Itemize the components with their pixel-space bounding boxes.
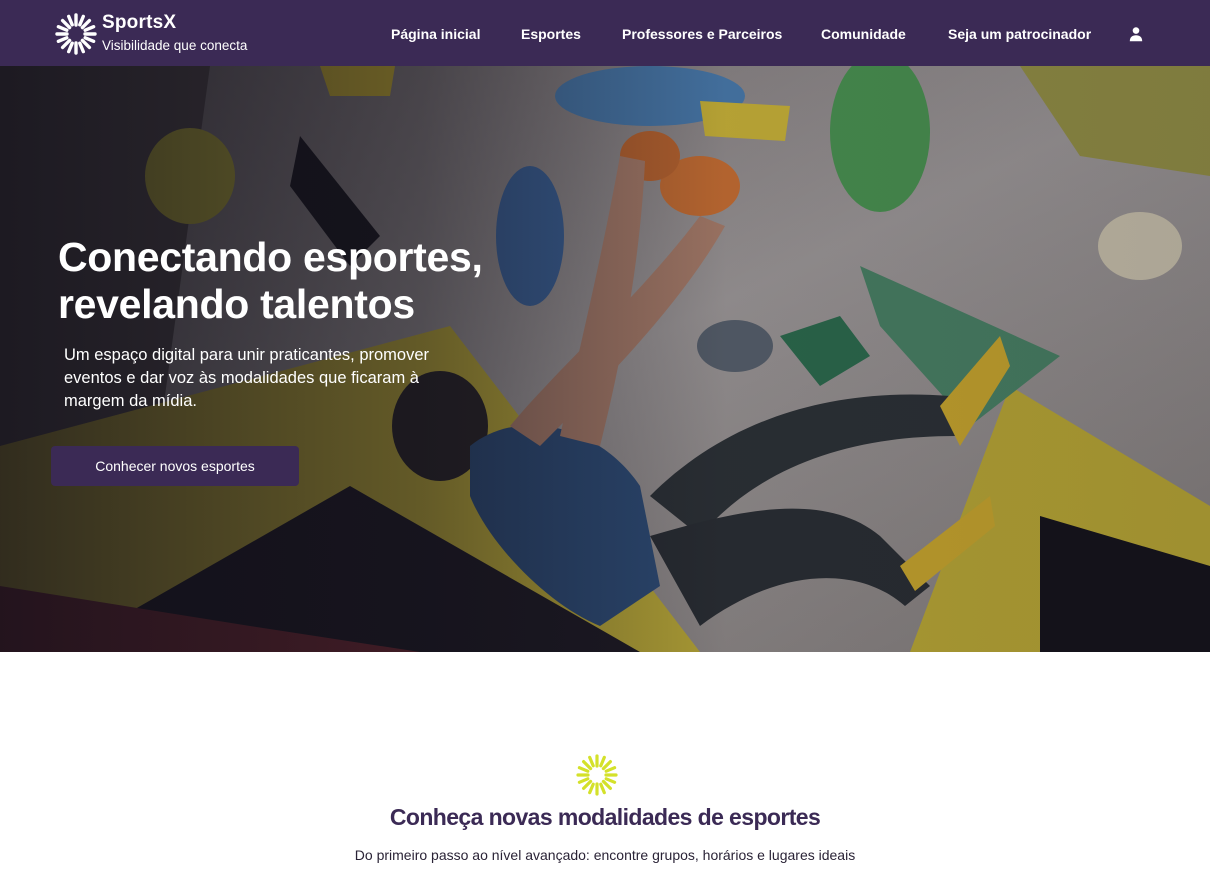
sunburst-icon <box>576 754 618 796</box>
hero-section: Conectando esportes, revelando talentos … <box>0 66 1210 652</box>
sunburst-logo-icon <box>55 13 97 55</box>
navbar: SportsX Visibilidade que conecta Página … <box>0 0 1210 66</box>
user-icon[interactable] <box>1128 26 1144 42</box>
brand-tagline: Visibilidade que conecta <box>102 38 248 53</box>
hero-subtitle: Um espaço digital para unir praticantes,… <box>64 346 430 410</box>
nav-item-pagina-inicial[interactable]: Página inicial <box>391 26 480 42</box>
nav-item-professores-parceiros[interactable]: Professores e Parceiros <box>622 26 782 42</box>
brand[interactable]: SportsX Visibilidade que conecta <box>54 11 294 57</box>
nav-item-seja-patrocinador[interactable]: Seja um patrocinador <box>948 26 1091 42</box>
nav-item-comunidade[interactable]: Comunidade <box>821 26 906 42</box>
conhecer-novos-esportes-button[interactable]: Conhecer novos esportes <box>51 446 299 486</box>
hero-title: Conectando esportes, revelando talentos <box>58 234 483 327</box>
nav-item-esportes[interactable]: Esportes <box>521 26 581 42</box>
brand-name: SportsX <box>102 12 177 33</box>
section-description: Do primeiro passo ao nível avançado: enc… <box>354 847 856 863</box>
section-title: Conheça novas modalidades de esportes <box>389 804 821 830</box>
